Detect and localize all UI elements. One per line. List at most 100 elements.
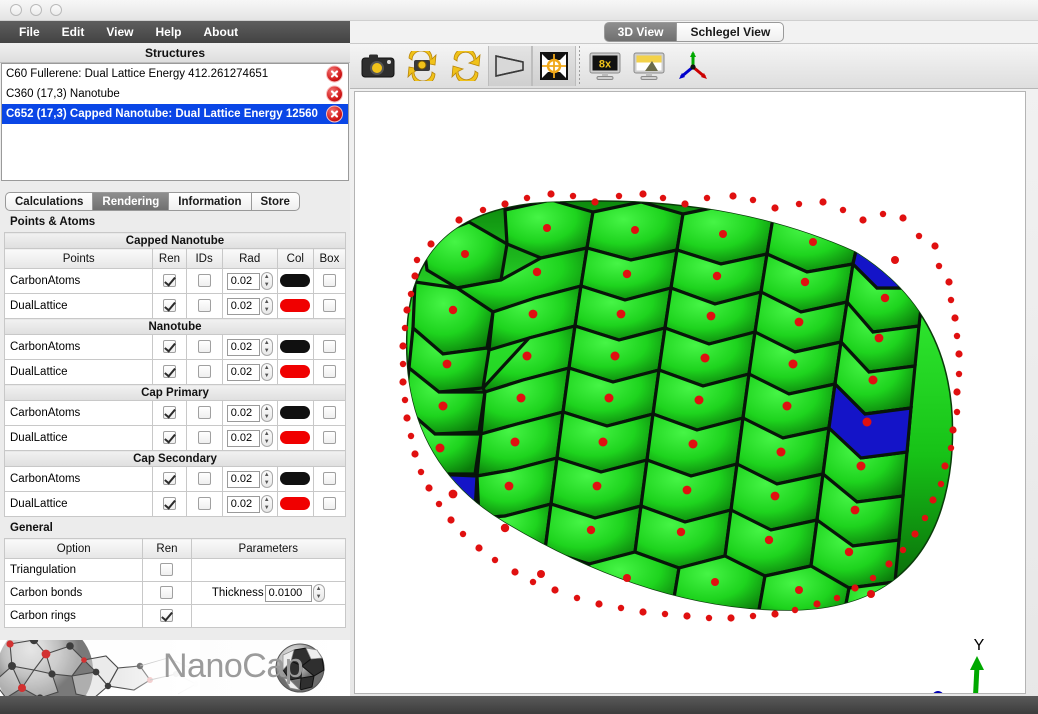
- row-label: DualLattice: [3, 359, 154, 385]
- tab-3d-view[interactable]: 3D View: [603, 22, 677, 42]
- rad-stepper[interactable]: ▲ ▼: [260, 338, 273, 356]
- menu-file[interactable]: File: [8, 23, 51, 41]
- ren-checkbox[interactable]: [160, 563, 174, 577]
- menu-edit[interactable]: Edit: [51, 23, 96, 41]
- center-target-icon[interactable]: [532, 46, 576, 86]
- rad-input[interactable]: 0.02: [226, 404, 260, 422]
- rad-input[interactable]: 0.02: [226, 297, 260, 315]
- box-checkbox[interactable]: [322, 497, 336, 511]
- 3d-viewport[interactable]: Y X: [354, 91, 1026, 694]
- box-cell: [312, 491, 347, 517]
- minimize-window-button[interactable]: [30, 4, 42, 16]
- ren-checkbox[interactable]: [160, 609, 174, 623]
- group-header-row: Cap Secondary: [4, 450, 346, 467]
- box-checkbox[interactable]: [322, 365, 336, 379]
- antialias-8x-icon[interactable]: 8x: [583, 46, 627, 86]
- rad-input[interactable]: 0.02: [226, 363, 260, 381]
- color-swatch[interactable]: [280, 431, 311, 445]
- rad-input[interactable]: 0.02: [226, 470, 260, 488]
- box-cell: [312, 293, 347, 319]
- toolbar-separator: [579, 46, 580, 86]
- rad-input[interactable]: 0.02: [226, 429, 260, 447]
- color-swatch[interactable]: [280, 365, 311, 379]
- ren-checkbox[interactable]: [162, 472, 176, 486]
- snapshot-camera-icon[interactable]: [356, 46, 400, 86]
- box-checkbox[interactable]: [322, 472, 336, 486]
- box-checkbox[interactable]: [322, 406, 336, 420]
- rad-stepper[interactable]: ▲ ▼: [260, 429, 273, 447]
- tab-information[interactable]: Information: [168, 192, 251, 211]
- ids-checkbox[interactable]: [197, 497, 211, 511]
- ids-checkbox[interactable]: [197, 299, 211, 313]
- table-row: CarbonAtoms 0.02 ▲ ▼: [3, 400, 347, 426]
- ren-checkbox[interactable]: [162, 365, 176, 379]
- list-item[interactable]: C360 (17,3) Nanotube: [2, 84, 348, 104]
- box-checkbox[interactable]: [322, 299, 336, 313]
- ren-checkbox[interactable]: [162, 497, 176, 511]
- axis-label-y: Y: [974, 637, 985, 654]
- close-circle-icon[interactable]: [326, 85, 343, 103]
- table-row: DualLattice 0.02 ▲ ▼: [3, 293, 347, 319]
- ids-cell: [185, 268, 223, 294]
- tab-store[interactable]: Store: [250, 192, 300, 211]
- rad-input[interactable]: 0.02: [226, 338, 260, 356]
- rad-stepper[interactable]: ▲ ▼: [260, 470, 273, 488]
- ids-checkbox[interactable]: [197, 274, 211, 288]
- ren-cell: [142, 604, 192, 628]
- ren-checkbox[interactable]: [162, 431, 176, 445]
- perspective-icon[interactable]: [488, 46, 532, 86]
- color-swatch[interactable]: [280, 472, 311, 486]
- zoom-window-button[interactable]: [50, 4, 62, 16]
- color-swatch[interactable]: [280, 299, 311, 313]
- menu-help[interactable]: Help: [144, 23, 192, 41]
- rad-input[interactable]: 0.02: [226, 272, 260, 290]
- col-box: Box: [312, 248, 347, 269]
- color-swatch[interactable]: [280, 274, 311, 288]
- box-checkbox[interactable]: [322, 274, 336, 288]
- refresh-icon[interactable]: [444, 46, 488, 86]
- ids-checkbox[interactable]: [197, 406, 211, 420]
- reset-camera-icon[interactable]: [400, 46, 444, 86]
- ren-checkbox[interactable]: [162, 406, 176, 420]
- axes-toggle-icon[interactable]: [671, 46, 715, 86]
- color-swatch[interactable]: [280, 497, 311, 511]
- axis-indicator: Y X: [933, 637, 985, 693]
- rad-stepper[interactable]: ▲ ▼: [260, 363, 273, 381]
- rad-stepper[interactable]: ▲ ▼: [260, 297, 273, 315]
- group-title: Cap Primary: [4, 384, 346, 401]
- ids-checkbox[interactable]: [197, 340, 211, 354]
- thickness-input[interactable]: 0.0100: [264, 584, 312, 602]
- structures-list[interactable]: C60 Fullerene: Dual Lattice Energy 412.2…: [1, 63, 349, 181]
- box-checkbox[interactable]: [322, 431, 336, 445]
- ids-checkbox[interactable]: [197, 365, 211, 379]
- rad-stepper[interactable]: ▲ ▼: [260, 272, 273, 290]
- menu-view[interactable]: View: [95, 23, 144, 41]
- close-circle-icon[interactable]: [326, 65, 343, 83]
- tab-rendering[interactable]: Rendering: [92, 192, 169, 211]
- list-item-selected[interactable]: C652 (17,3) Capped Nanotube: Dual Lattic…: [2, 104, 348, 124]
- ids-checkbox[interactable]: [197, 431, 211, 445]
- col-option: Option: [3, 538, 144, 559]
- menu-about[interactable]: About: [193, 23, 250, 41]
- ren-checkbox[interactable]: [160, 586, 174, 600]
- row-label: DualLattice: [3, 293, 154, 319]
- thickness-stepper[interactable]: ▲ ▼: [312, 584, 325, 602]
- ren-checkbox[interactable]: [162, 274, 176, 288]
- ren-checkbox[interactable]: [162, 299, 176, 313]
- rad-input[interactable]: 0.02: [226, 495, 260, 513]
- table-row: Carbon bonds Thickness 0.0100 ▲ ▼: [3, 581, 347, 605]
- color-swatch[interactable]: [280, 406, 311, 420]
- rad-stepper[interactable]: ▲ ▼: [260, 404, 273, 422]
- ids-checkbox[interactable]: [197, 472, 211, 486]
- close-circle-icon[interactable]: [326, 105, 343, 123]
- ren-checkbox[interactable]: [162, 340, 176, 354]
- tab-schlegel-view[interactable]: Schlegel View: [676, 22, 785, 42]
- color-swatch[interactable]: [280, 340, 311, 354]
- close-window-button[interactable]: [10, 4, 22, 16]
- background-color-icon[interactable]: [627, 46, 671, 86]
- box-checkbox[interactable]: [322, 340, 336, 354]
- ren-cell: [152, 466, 187, 492]
- rad-stepper[interactable]: ▲ ▼: [260, 495, 273, 513]
- tab-calculations[interactable]: Calculations: [5, 192, 93, 211]
- list-item[interactable]: C60 Fullerene: Dual Lattice Energy 412.2…: [2, 64, 348, 84]
